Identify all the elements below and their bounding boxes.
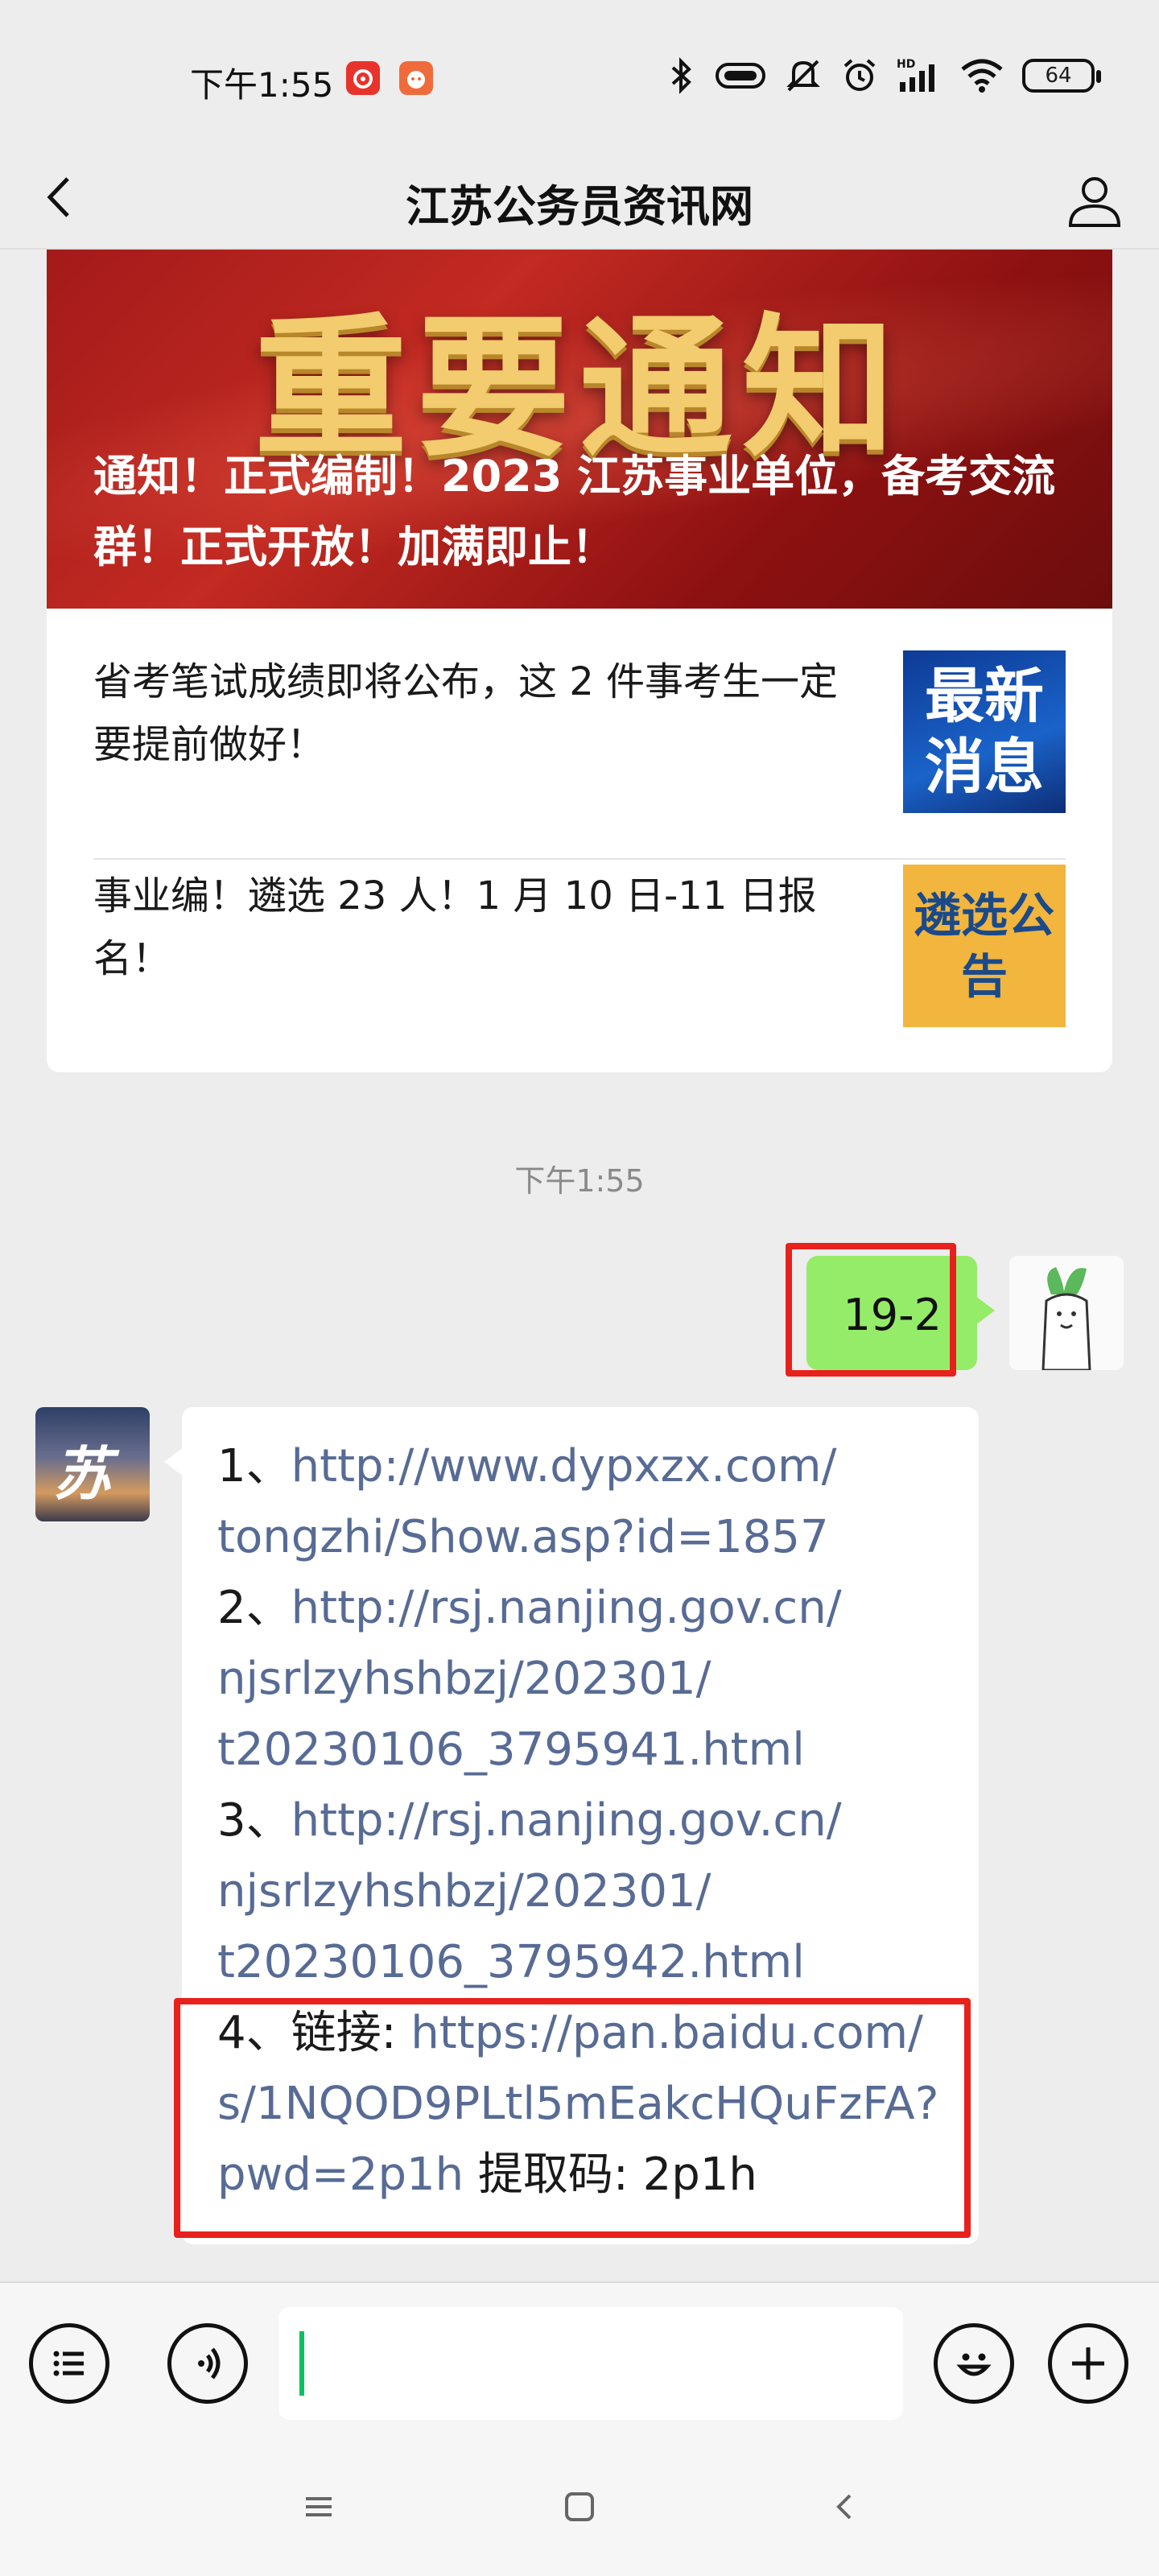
message-link[interactable]: http://rsj.nanjing.gov.cn/: [291, 1582, 842, 1634]
message-link[interactable]: njsrlzyhshbzj/202301/: [217, 1865, 711, 1918]
plus-icon: [1072, 2347, 1104, 2380]
message-timestamp: 下午1:55: [514, 1163, 645, 1199]
sender-avatar[interactable]: 苏: [35, 1407, 150, 1521]
alarm-icon: [840, 56, 879, 95]
hd-signal-icon: HD: [897, 56, 942, 95]
smiley-icon: [956, 2353, 992, 2376]
system-navigation-bar: [0, 2442, 1159, 2576]
sender-logo-icon: 苏: [53, 1439, 112, 1508]
news-item-title: 省考笔试成绩即将公布，这 2 件事考生一定要提前做好！: [93, 659, 839, 767]
news-item[interactable]: 事业编！遴选 23 人！1 月 10 日-11 日报名！ 遴选公告: [93, 865, 1066, 1050]
page-title: 江苏公务员资讯网: [406, 181, 753, 232]
status-time: 下午1:55: [190, 65, 334, 105]
text-caret: [299, 2331, 304, 2396]
news-thumbnail: 遴选公告: [903, 865, 1066, 1027]
profile-button[interactable]: [1062, 169, 1127, 233]
emoji-button[interactable]: [934, 2323, 1014, 2404]
voice-icon: [198, 2347, 221, 2380]
voice-input-button[interactable]: [167, 2323, 248, 2404]
app-notification-icon: [399, 61, 433, 95]
article-banner[interactable]: 重要通知 通知！正式编制！2023 江苏事业单位，备考交流群！正式开放！加满即止…: [47, 250, 1112, 609]
radish-character-icon: [1009, 1256, 1124, 1370]
system-back-button[interactable]: [821, 2483, 869, 2531]
message-link[interactable]: tongzhi/Show.asp?id=1857: [217, 1511, 829, 1563]
person-icon: [1068, 177, 1121, 227]
list-number: 1、: [217, 1440, 291, 1492]
message-link[interactable]: njsrlzyhshbzj/202301/: [217, 1653, 711, 1705]
more-button[interactable]: [1048, 2323, 1128, 2404]
mute-icon: [784, 56, 823, 95]
list-number: 2、: [217, 1582, 291, 1634]
list-icon: [53, 2351, 84, 2376]
article-card: 重要通知 通知！正式编制！2023 江苏事业单位，备考交流群！正式开放！加满即止…: [47, 250, 1112, 1072]
highlight-box: [174, 1998, 971, 2238]
message-link[interactable]: http://www.dypxzx.com/: [291, 1440, 837, 1492]
bluetooth-icon: [665, 56, 697, 95]
banner-caption: 通知！正式编制！2023 江苏事业单位，备考交流群！正式开放！加满即止！: [93, 451, 1056, 572]
news-thumbnail: 最新消息: [903, 650, 1066, 813]
thumb-label: 遴选公告: [914, 888, 1054, 1004]
list-number: 3、: [217, 1794, 291, 1847]
nav-header: 江苏公务员资讯网: [0, 145, 1159, 250]
message-link[interactable]: t20230106_3795941.html: [217, 1724, 805, 1776]
message-link[interactable]: t20230106_3795942.html: [217, 1936, 805, 1988]
my-avatar[interactable]: [1009, 1256, 1124, 1370]
netease-music-icon: [346, 61, 380, 95]
menu-toggle-button[interactable]: [29, 2323, 109, 2404]
thumb-label: 最新消息: [925, 662, 1044, 802]
highlight-box: [786, 1243, 956, 1377]
wifi-icon: [959, 58, 1004, 93]
home-button[interactable]: [555, 2483, 604, 2531]
message-link[interactable]: http://rsj.nanjing.gov.cn/: [291, 1794, 842, 1847]
svg-text:HD: HD: [897, 58, 915, 71]
input-bar: [0, 2281, 1159, 2442]
status-bar: 下午1:55 HD 64: [0, 0, 1159, 145]
news-item-title: 事业编！遴选 23 人！1 月 10 日-11 日报名！: [93, 873, 817, 981]
message-input[interactable]: [278, 2307, 903, 2420]
chevron-left-icon: [836, 2494, 852, 2520]
recent-apps-button[interactable]: [295, 2483, 343, 2531]
nfc-icon: [715, 60, 766, 92]
news-item[interactable]: 省考笔试成绩即将公布，这 2 件事考生一定要提前做好！ 最新消息: [93, 650, 1066, 860]
menu-icon: [306, 2497, 332, 2516]
status-icons: HD 64: [665, 56, 1101, 95]
square-icon: [565, 2492, 594, 2521]
battery-icon: 64: [1022, 59, 1101, 93]
